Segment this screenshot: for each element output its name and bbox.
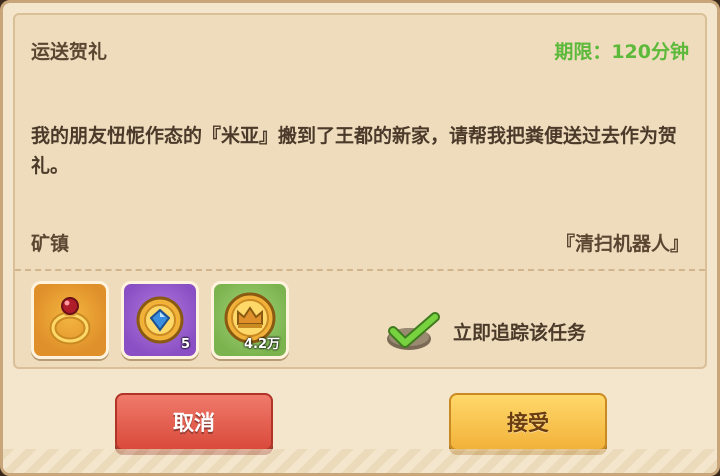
quest-client: 『清扫机器人』 bbox=[555, 233, 689, 255]
divider bbox=[15, 269, 705, 271]
decorative-pattern bbox=[3, 449, 717, 473]
reward-item-coin[interactable]: 4.2万 bbox=[211, 281, 289, 359]
ruby-ring-icon bbox=[49, 297, 91, 345]
reward-item-ring[interactable] bbox=[31, 281, 109, 359]
quest-description: 我的朋友忸怩作态的『米亚』搬到了王都的新家，请帮我把粪便送过去作为贺礼。 bbox=[31, 125, 678, 177]
quest-location: 矿镇 bbox=[31, 233, 70, 255]
quest-deadline: 期限：120分钟 bbox=[554, 41, 689, 63]
accept-button[interactable]: 接受 bbox=[449, 393, 607, 451]
quest-panel: 运送贺礼 期限：120分钟 我的朋友忸怩作态的『米亚』搬到了王都的新家，请帮我把… bbox=[13, 13, 707, 369]
cancel-button[interactable]: 取消 bbox=[115, 393, 273, 451]
track-quest-label: 立即追踪该任务 bbox=[453, 321, 587, 344]
reward-item-medal[interactable]: 5 bbox=[121, 281, 199, 359]
reward-quantity: 4.2万 bbox=[243, 337, 280, 352]
quest-dialog: 运送贺礼 期限：120分钟 我的朋友忸怩作态的『米亚』搬到了王都的新家，请帮我把… bbox=[0, 0, 720, 476]
reward-quantity: 5 bbox=[180, 337, 190, 352]
quest-title: 运送贺礼 bbox=[31, 41, 108, 63]
checkmark-icon bbox=[387, 312, 440, 350]
track-quest-toggle[interactable]: 立即追踪该任务 bbox=[383, 311, 586, 351]
